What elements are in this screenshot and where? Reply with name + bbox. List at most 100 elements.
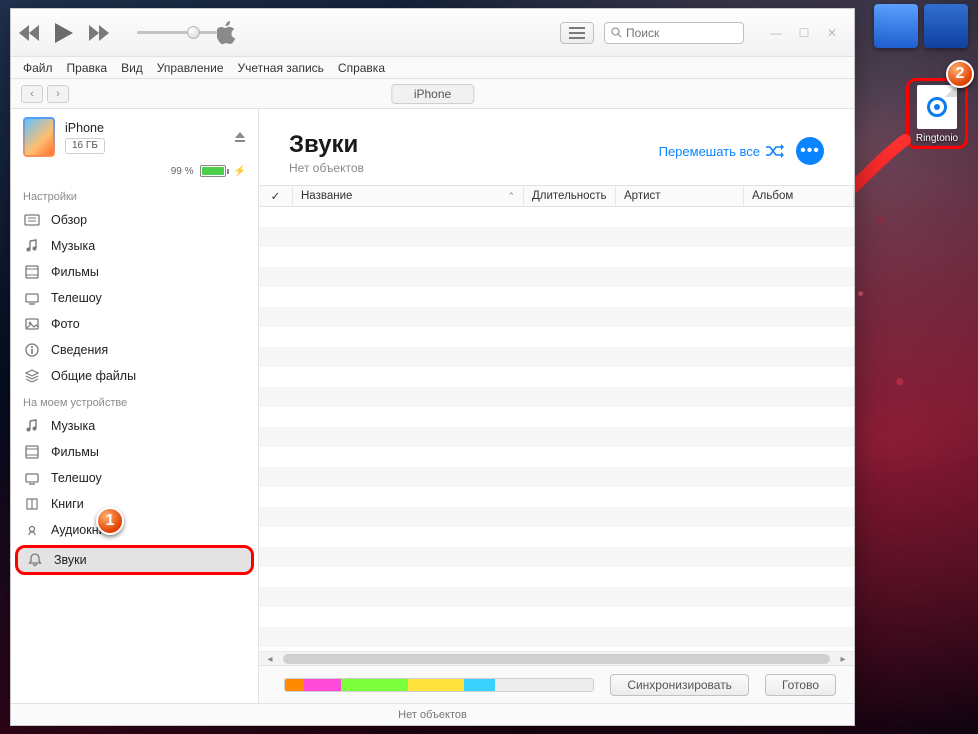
scroll-thumb[interactable] <box>283 654 830 664</box>
h-scrollbar[interactable]: ◂ ▸ <box>259 651 854 665</box>
search-box[interactable] <box>604 22 744 44</box>
file-label: Ringtonio <box>911 133 963 144</box>
volume-slider[interactable] <box>137 31 217 34</box>
sidebar-item-film[interactable]: Фильмы <box>11 439 258 465</box>
file-icon <box>917 85 957 129</box>
sidebar-item-summary[interactable]: Обзор <box>11 207 258 233</box>
sidebar-item-audio[interactable]: Аудиокниги <box>11 517 258 543</box>
content-title: Звуки <box>289 131 364 159</box>
sidebar-item-label: Фото <box>51 317 80 331</box>
view-mode-button[interactable] <box>560 22 594 44</box>
sidebar-item-label: Звуки <box>54 553 87 567</box>
menu-файл[interactable]: Файл <box>23 61 53 75</box>
next-button[interactable] <box>87 25 109 41</box>
menu-правка[interactable]: Правка <box>67 61 108 75</box>
sidebar-item-label: Фильмы <box>51 265 99 279</box>
annotation-badge-2: 2 <box>946 60 974 88</box>
shuffle-all-button[interactable]: Перемешать все <box>659 144 784 159</box>
audio-icon <box>23 521 41 539</box>
capacity-bar <box>284 678 594 692</box>
book-icon <box>23 495 41 513</box>
eject-icon[interactable] <box>234 131 246 143</box>
sidebar-item-film[interactable]: Фильмы <box>11 259 258 285</box>
table-header: ✓ Название⌃ Длительность Артист Альбом <box>259 185 854 207</box>
capacity-segment <box>304 679 341 691</box>
photo-icon <box>23 315 41 333</box>
search-icon <box>611 27 622 38</box>
apps-icon <box>23 367 41 385</box>
col-check[interactable]: ✓ <box>259 186 293 206</box>
sync-footer: Синхронизировать Готово <box>259 665 854 703</box>
capacity-segment <box>464 679 495 691</box>
battery-icon <box>200 165 226 177</box>
sidebar-item-info[interactable]: Сведения <box>11 337 258 363</box>
prev-button[interactable] <box>19 25 41 41</box>
sidebar-item-tv[interactable]: Телешоу <box>11 285 258 311</box>
back-button[interactable]: ‹ <box>21 85 43 103</box>
breadcrumb[interactable]: iPhone <box>391 84 474 104</box>
sync-button[interactable]: Синхронизировать <box>610 674 749 696</box>
toolbar: — ☐ ✕ <box>11 9 854 57</box>
content-header: Звуки Нет объектов Перемешать все ••• <box>259 109 854 185</box>
sort-caret-icon: ⌃ <box>507 191 515 202</box>
taskbar-tray <box>874 4 968 48</box>
window-controls: — ☐ ✕ <box>762 22 846 44</box>
sidebar-item-book[interactable]: Книги <box>11 491 258 517</box>
search-input[interactable] <box>626 26 737 40</box>
battery-percent: 99 % <box>171 166 194 177</box>
col-artist[interactable]: Артист <box>616 186 744 206</box>
sidebar-item-photo[interactable]: Фото <box>11 311 258 337</box>
sidebar-item-label: Телешоу <box>51 471 102 485</box>
sidebar-item-bell[interactable]: Звуки <box>15 545 254 575</box>
film-icon <box>23 263 41 281</box>
capacity-segment <box>285 679 303 691</box>
toolbar-right: — ☐ ✕ <box>560 22 846 44</box>
film-icon <box>23 443 41 461</box>
col-name[interactable]: Название⌃ <box>293 186 524 206</box>
scroll-right-icon[interactable]: ▸ <box>834 652 852 666</box>
battery-row: 99 % ⚡ <box>11 165 258 183</box>
desktop-file-ringtone[interactable]: Ringtonio <box>906 78 968 149</box>
col-album[interactable]: Альбом <box>744 186 854 206</box>
capacity-segment <box>408 679 463 691</box>
sidebar-item-music[interactable]: Музыка <box>11 413 258 439</box>
charging-icon: ⚡ <box>234 166 246 177</box>
tray-icon[interactable] <box>874 4 918 48</box>
annotation-badge-1: 1 <box>96 507 124 535</box>
sidebar-item-apps[interactable]: Общие файлы <box>11 363 258 389</box>
done-button[interactable]: Готово <box>765 674 836 696</box>
table-body-empty[interactable] <box>259 207 854 651</box>
menu-учетная запись[interactable]: Учетная запись <box>238 61 324 75</box>
menu-управление[interactable]: Управление <box>157 61 224 75</box>
playback-controls <box>19 23 217 43</box>
forward-button[interactable]: › <box>47 85 69 103</box>
sidebar-item-music[interactable]: Музыка <box>11 233 258 259</box>
sidebar-item-label: Книги <box>51 497 84 511</box>
sidebar-item-label: Сведения <box>51 343 108 357</box>
shuffle-label: Перемешать все <box>659 144 760 159</box>
content-subtitle: Нет объектов <box>289 161 364 175</box>
maximize-button[interactable]: ☐ <box>790 22 818 44</box>
more-button[interactable]: ••• <box>796 137 824 165</box>
close-window-button[interactable]: ✕ <box>818 22 846 44</box>
sidebar-item-label: Музыка <box>51 239 95 253</box>
info-icon <box>23 341 41 359</box>
menu-вид[interactable]: Вид <box>121 61 143 75</box>
itunes-window: — ☐ ✕ Файл Правка Вид Управление Учетная зап… <box>10 8 855 726</box>
capacity-segment <box>495 679 594 691</box>
device-header[interactable]: iPhone 16 ГБ <box>11 109 258 165</box>
status-bar: Нет объектов <box>11 703 854 725</box>
capacity-segment <box>341 679 409 691</box>
summary-icon <box>23 211 41 229</box>
col-duration[interactable]: Длительность <box>524 186 616 206</box>
tray-icon[interactable] <box>924 4 968 48</box>
device-name: iPhone <box>65 121 224 135</box>
minimize-button[interactable]: — <box>762 22 790 44</box>
play-button[interactable] <box>55 23 73 43</box>
scroll-left-icon[interactable]: ◂ <box>261 652 279 666</box>
music-icon <box>23 237 41 255</box>
tv-icon <box>23 469 41 487</box>
nav-row: ‹ › iPhone <box>11 79 854 109</box>
menu-справка[interactable]: Справка <box>338 61 385 75</box>
sidebar-item-tv[interactable]: Телешоу <box>11 465 258 491</box>
